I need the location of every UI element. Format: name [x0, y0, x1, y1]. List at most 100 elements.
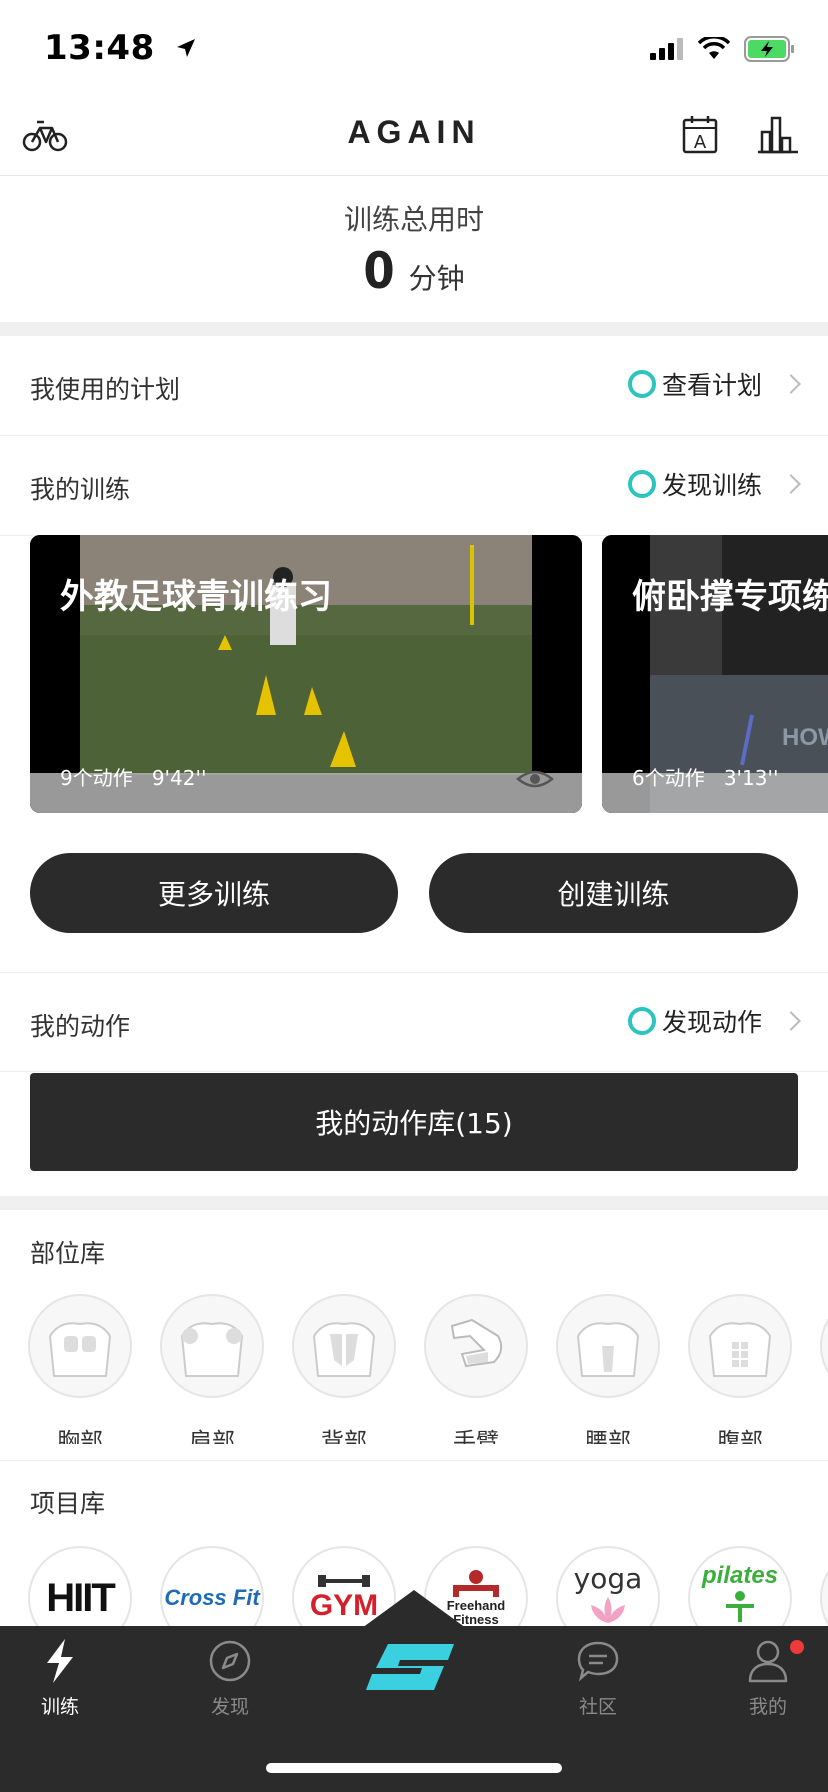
tab-label: 发现 — [210, 1696, 249, 1718]
abs-icon — [688, 1294, 792, 1398]
pilates-logo-text: pilates — [701, 1562, 779, 1589]
project-more[interactable] — [820, 1546, 828, 1626]
plans-row: 我使用的计划 查看计划 — [0, 336, 828, 436]
discover-moves-link[interactable]: 发现动作 — [627, 1003, 801, 1039]
discover-trainings-link[interactable]: 发现训练 — [627, 466, 801, 502]
move-library-button[interactable]: 我的动作库(15) — [30, 1073, 798, 1171]
section-divider — [0, 1196, 828, 1210]
body-part-label: 胸部 — [57, 1429, 103, 1444]
card-title: 外教足球青训练习 — [60, 577, 332, 617]
ring-icon — [627, 370, 656, 398]
signal-icon — [650, 38, 683, 60]
project-hiit[interactable]: HIIT — [28, 1546, 132, 1626]
waist-icon — [556, 1294, 660, 1398]
body-parts-list: 胸部 肩部 背部 手臂 腰部 腹部 — [0, 1294, 828, 1444]
body-parts-title: 部位库 — [30, 1239, 106, 1268]
card-move-count: 9个动作 — [60, 766, 133, 790]
card-meta: 9个动作 9'42'' — [60, 762, 206, 791]
card-move-count: 6个动作 — [632, 766, 705, 790]
body-part-chest[interactable]: 胸部 — [28, 1294, 132, 1444]
body-part-label: 肩部 — [189, 1429, 235, 1444]
calendar-a-icon[interactable]: A — [682, 114, 718, 154]
view-plans-link[interactable]: 查看计划 — [627, 366, 801, 402]
body-part-abs[interactable]: 腹部 — [688, 1294, 792, 1444]
pilates-figure-icon — [726, 1591, 754, 1622]
crossfit-logo: Cross Fit — [160, 1546, 264, 1626]
ring-icon — [627, 1007, 656, 1035]
training-time-summary: 训练总用时 0 分钟 — [0, 176, 828, 322]
home-indicator — [266, 1763, 562, 1773]
card-meta: 6个动作 3'13'' — [632, 762, 778, 791]
yoga-logo-text: yoga — [573, 1562, 643, 1595]
location-arrow-icon — [177, 39, 196, 57]
more-trainings-button[interactable]: 更多训练 — [30, 853, 398, 933]
training-card[interactable]: HOW 俯卧撑专项练习 6个动作 3'13'' — [602, 535, 828, 813]
card-duration: 3'13'' — [723, 766, 779, 790]
moves-row: 我的动作 发现动作 — [0, 972, 828, 1072]
dumbbell-icon — [318, 1575, 370, 1587]
project-yoga[interactable]: yoga — [556, 1546, 660, 1626]
summary-unit: 分钟 — [408, 262, 465, 295]
wifi-icon — [698, 37, 730, 59]
hiit-logo: HIIT — [28, 1546, 132, 1626]
section-divider — [0, 322, 828, 336]
compass-icon — [209, 1640, 251, 1682]
bar-chart-icon[interactable] — [758, 114, 798, 154]
create-training-button[interactable]: 创建训练 — [429, 853, 798, 933]
lotus-icon — [591, 1597, 625, 1623]
tab-community[interactable]: 社区 — [543, 1636, 653, 1719]
chest-icon — [28, 1294, 132, 1398]
body-part-label: 腰部 — [585, 1429, 631, 1444]
svg-text:HOW: HOW — [782, 724, 828, 751]
discover-trainings-label: 发现训练 — [661, 471, 762, 500]
body-part-back[interactable]: 背部 — [292, 1294, 396, 1444]
tab-me[interactable]: 我的 — [713, 1636, 823, 1719]
tab-label: 社区 — [578, 1696, 617, 1718]
eye-icon — [516, 770, 554, 788]
discover-moves-label: 发现动作 — [661, 1008, 762, 1037]
body-part-label: 背部 — [321, 1429, 367, 1444]
crossfit-logo-text: Cross Fit — [164, 1585, 260, 1610]
card-title: 俯卧撑专项练习 — [632, 577, 828, 617]
pilates-logo: pilates — [688, 1546, 792, 1626]
plans-title: 我使用的计划 — [30, 375, 181, 404]
tab-discover[interactable]: 发现 — [175, 1636, 285, 1719]
more-body-part-icon — [820, 1294, 828, 1398]
tab-bar-bump — [362, 1590, 466, 1628]
status-time-text: 13:48 — [44, 28, 155, 68]
section-divider — [0, 1460, 828, 1461]
body-part-arm[interactable]: 手臂 — [424, 1294, 528, 1444]
lightning-icon — [47, 1639, 73, 1683]
nav-bar: AGAIN A — [0, 96, 828, 176]
center-logo-button[interactable] — [358, 1630, 470, 1700]
notification-dot — [790, 1640, 804, 1654]
body-part-more[interactable] — [820, 1294, 828, 1398]
tab-label: 我的 — [748, 1696, 787, 1718]
project-crossfit[interactable]: Cross Fit — [160, 1546, 264, 1626]
back-icon — [292, 1294, 396, 1398]
svg-text:A: A — [694, 132, 707, 153]
status-bar: 13:48 — [0, 0, 828, 96]
status-time: 13:48 — [44, 28, 197, 68]
projects-title: 项目库 — [30, 1489, 106, 1518]
moves-title: 我的动作 — [30, 1012, 131, 1041]
body-part-waist[interactable]: 腰部 — [556, 1294, 660, 1444]
training-card[interactable]: 外教足球青训练习 9个动作 9'42'' — [30, 535, 582, 813]
ring-icon — [627, 470, 656, 498]
hiit-logo-text: HIIT — [46, 1575, 116, 1620]
shoulder-icon — [160, 1294, 264, 1398]
summary-number: 0 — [363, 242, 395, 300]
card-duration: 9'42'' — [151, 766, 207, 790]
chevron-right-icon — [781, 1011, 801, 1031]
body-part-shoulder[interactable]: 肩部 — [160, 1294, 264, 1444]
chat-icon — [577, 1641, 619, 1682]
chevron-right-icon — [781, 474, 801, 494]
more-project-icon — [820, 1546, 828, 1626]
battery-icon — [744, 36, 794, 62]
project-pilates[interactable]: pilates — [688, 1546, 792, 1626]
trainings-title: 我的训练 — [30, 475, 131, 504]
app-logo-icon — [366, 1644, 454, 1690]
yoga-logo: yoga — [556, 1546, 660, 1626]
tab-training[interactable]: 训练 — [5, 1636, 115, 1719]
summary-value: 0 分钟 — [0, 242, 828, 300]
